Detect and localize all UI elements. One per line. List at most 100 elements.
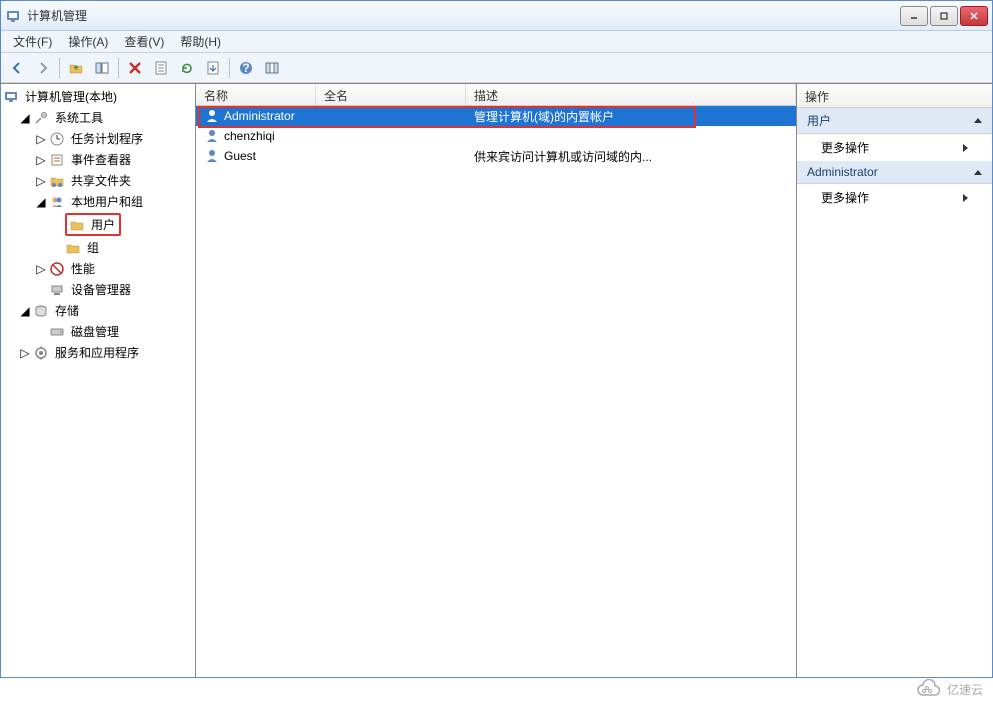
action-section-users[interactable]: 用户 — [797, 108, 992, 134]
tree-performance[interactable]: ▷ 性能 — [35, 258, 193, 279]
toolbar: ? — [1, 53, 992, 83]
expand-icon[interactable]: ▷ — [35, 263, 47, 275]
list-row[interactable]: Administrator管理计算机(域)的内置帐户 — [196, 106, 796, 126]
collapse-icon[interactable]: ◢ — [35, 196, 47, 208]
user-icon — [204, 128, 220, 144]
highlight-box: 用户 — [65, 213, 121, 236]
action-label: 更多操作 — [821, 189, 869, 206]
toolbar-separator — [59, 58, 60, 78]
expand-icon[interactable]: ▷ — [19, 347, 31, 359]
refresh-button[interactable] — [175, 56, 199, 80]
tree-label: 性能 — [69, 259, 97, 278]
action-label: 更多操作 — [821, 139, 869, 156]
properties-button[interactable] — [149, 56, 173, 80]
minimize-button[interactable] — [900, 6, 928, 26]
tree-event-viewer[interactable]: ▷ 事件查看器 — [35, 149, 193, 170]
collapse-icon[interactable]: ◢ — [19, 305, 31, 317]
tree-label: 计算机管理(本地) — [23, 87, 119, 106]
column-description[interactable]: 描述 — [466, 84, 796, 105]
tree-label: 服务和应用程序 — [53, 343, 141, 362]
tree-local-users-groups[interactable]: ◢ 本地用户和组 — [35, 191, 193, 212]
tree-groups[interactable]: 组 — [51, 237, 193, 258]
performance-icon — [49, 261, 65, 277]
watermark-text: 亿速云 — [947, 681, 983, 698]
action-panel: 操作 用户 更多操作 Administrator 更多操作 — [797, 84, 992, 677]
clock-icon — [49, 131, 65, 147]
arrow-right-icon — [963, 144, 968, 152]
cell-fullname — [316, 114, 466, 118]
tree-system-tools[interactable]: ◢ 系统工具 — [19, 107, 193, 128]
menu-help[interactable]: 帮助(H) — [172, 31, 229, 52]
user-icon — [204, 148, 220, 164]
tree-label: 设备管理器 — [69, 280, 133, 299]
tree-label: 存储 — [53, 301, 81, 320]
tree-device-manager[interactable]: 设备管理器 — [35, 279, 193, 300]
tree-storage[interactable]: ◢ 存储 — [19, 300, 193, 321]
action-more-actions[interactable]: 更多操作 — [797, 134, 992, 161]
event-icon — [49, 152, 65, 168]
action-section-label: Administrator — [807, 165, 878, 179]
menu-file[interactable]: 文件(F) — [5, 31, 60, 52]
tree-panel[interactable]: 计算机管理(本地) ◢ 系统工具 ▷ 任务计划程序 ▷ — [1, 84, 196, 677]
menubar: 文件(F) 操作(A) 查看(V) 帮助(H) — [1, 31, 992, 53]
storage-icon — [33, 303, 49, 319]
list-row[interactable]: chenzhiqi — [196, 126, 796, 146]
tree-task-scheduler[interactable]: ▷ 任务计划程序 — [35, 128, 193, 149]
action-more-actions-2[interactable]: 更多操作 — [797, 184, 992, 211]
svg-text:?: ? — [242, 61, 249, 75]
column-name[interactable]: 名称 — [196, 84, 316, 105]
computer-icon — [3, 89, 19, 105]
main-window: 计算机管理 文件(F) 操作(A) 查看(V) 帮助(H) ? — [0, 0, 993, 678]
expand-icon[interactable]: ▷ — [35, 133, 47, 145]
user-name: chenzhiqi — [224, 129, 275, 143]
action-panel-title: 操作 — [797, 84, 992, 108]
cell-description: 供来宾访问计算机或访问域的内... — [466, 146, 796, 167]
maximize-button[interactable] — [930, 6, 958, 26]
action-section-administrator[interactable]: Administrator — [797, 161, 992, 184]
toolbar-separator — [118, 58, 119, 78]
collapse-icon — [974, 170, 982, 175]
up-button[interactable] — [64, 56, 88, 80]
tree-label: 磁盘管理 — [69, 322, 121, 341]
expand-icon[interactable]: ▷ — [35, 175, 47, 187]
arrow-right-icon — [963, 194, 968, 202]
export-button[interactable] — [201, 56, 225, 80]
tree-label: 共享文件夹 — [69, 171, 133, 190]
action-section-label: 用户 — [807, 112, 831, 129]
cell-description: 管理计算机(域)的内置帐户 — [466, 106, 796, 127]
list-header: 名称 全名 描述 — [196, 84, 796, 106]
tree-label: 用户 — [89, 215, 117, 234]
user-icon — [204, 108, 220, 124]
menu-action[interactable]: 操作(A) — [60, 31, 116, 52]
view-panels-button[interactable] — [260, 56, 284, 80]
close-button[interactable] — [960, 6, 988, 26]
forward-button[interactable] — [31, 56, 55, 80]
window-controls — [900, 6, 988, 26]
tree-users[interactable]: 用户 — [51, 212, 193, 237]
tree-label: 组 — [85, 238, 101, 257]
delete-button[interactable] — [123, 56, 147, 80]
window-title: 计算机管理 — [27, 7, 900, 24]
tree-root[interactable]: 计算机管理(本地) — [3, 86, 193, 107]
list-row[interactable]: Guest供来宾访问计算机或访问域的内... — [196, 146, 796, 166]
expand-icon[interactable]: ▷ — [35, 154, 47, 166]
collapse-icon[interactable]: ◢ — [19, 112, 31, 124]
show-hide-button[interactable] — [90, 56, 114, 80]
tree-label: 本地用户和组 — [69, 192, 145, 211]
list-panel: 名称 全名 描述 Administrator管理计算机(域)的内置帐户 chenz… — [196, 84, 797, 677]
list-body[interactable]: Administrator管理计算机(域)的内置帐户 chenzhiqi Guest… — [196, 106, 796, 677]
cell-name: chenzhiqi — [196, 126, 316, 146]
tools-icon — [33, 110, 49, 126]
users-groups-icon — [49, 194, 65, 210]
tree-disk-management[interactable]: 磁盘管理 — [35, 321, 193, 342]
app-icon — [5, 8, 21, 24]
content-area: 计算机管理(本地) ◢ 系统工具 ▷ 任务计划程序 ▷ — [1, 83, 992, 677]
tree-services-apps[interactable]: ▷ 服务和应用程序 — [19, 342, 193, 363]
tree-shared-folders[interactable]: ▷ 共享文件夹 — [35, 170, 193, 191]
menu-view[interactable]: 查看(V) — [116, 31, 172, 52]
column-fullname[interactable]: 全名 — [316, 84, 466, 105]
folder-icon — [65, 240, 81, 256]
titlebar: 计算机管理 — [1, 1, 992, 31]
help-button[interactable]: ? — [234, 56, 258, 80]
back-button[interactable] — [5, 56, 29, 80]
